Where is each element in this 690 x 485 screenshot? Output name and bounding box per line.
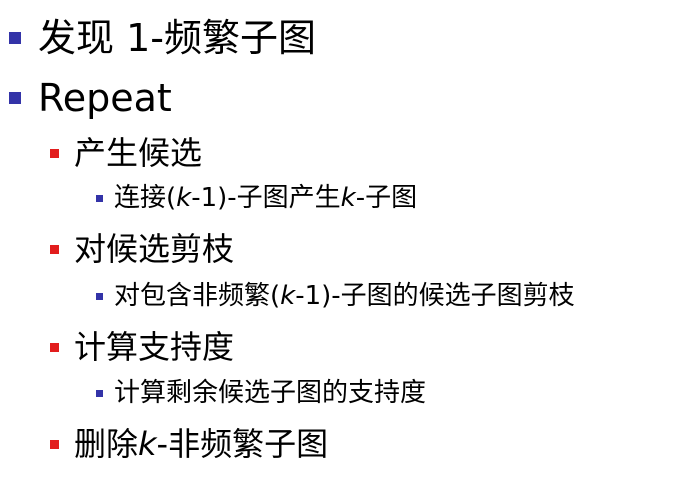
item-text: 对包含非频繁(k-1)-子图的候选子图剪枝 [114, 281, 575, 311]
item-text: 连接(k-1)-子图产生k-子图 [114, 183, 418, 213]
square-bullet-icon [50, 244, 59, 254]
item-text: 删除k-非频繁子图 [74, 425, 329, 463]
bullet-item-repeat: Repeat [9, 76, 172, 120]
variable-k: k [280, 281, 296, 311]
square-bullet-icon [96, 194, 103, 202]
bullet-item-compute-support: 计算支持度 [50, 328, 234, 366]
item-text: 对候选剪枝 [74, 230, 235, 268]
variable-k: k [138, 425, 157, 463]
bullet-item-compute-remaining-support: 计算剩余候选子图的支持度 [96, 377, 426, 409]
square-bullet-icon [50, 342, 59, 352]
bullet-item-delete-infrequent: 删除k-非频繁子图 [50, 425, 328, 463]
square-bullet-icon [9, 92, 21, 104]
variable-k: k [340, 183, 356, 213]
item-text: 产生候选 [74, 134, 203, 172]
item-text: 发现 1-频繁子图 [38, 16, 316, 60]
square-bullet-icon [50, 148, 59, 158]
item-text: 计算剩余候选子图的支持度 [114, 378, 427, 408]
square-bullet-icon [96, 389, 103, 397]
bullet-item-prune-candidates: 对候选剪枝 [50, 230, 234, 268]
square-bullet-icon [50, 439, 59, 449]
item-text: 计算支持度 [74, 328, 235, 366]
square-bullet-icon [9, 32, 21, 44]
square-bullet-icon [96, 292, 103, 300]
bullet-item-prune-infrequent: 对包含非频繁(k-1)-子图的候选子图剪枝 [96, 280, 575, 312]
bullet-item-find-frequent-1-subgraphs: 发现 1-频繁子图 [9, 16, 316, 60]
variable-k: k [176, 183, 192, 213]
bullet-item-join-subgraphs: 连接(k-1)-子图产生k-子图 [96, 182, 417, 214]
item-text: Repeat [38, 76, 172, 120]
bullet-item-generate-candidates: 产生候选 [50, 134, 202, 172]
